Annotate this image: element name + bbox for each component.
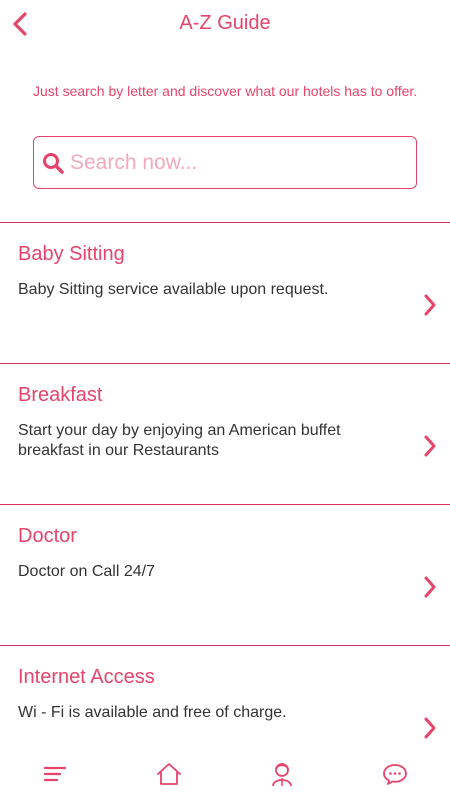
chevron-right-icon [420,714,440,742]
list-item[interactable]: Baby Sitting Baby Sitting service availa… [0,222,450,363]
chevron-right-icon [420,291,440,319]
item-description: Start your day by enjoying an American b… [18,422,341,459]
chat-icon [383,764,407,785]
page-title: A-Z Guide [179,12,271,34]
search-box[interactable] [33,136,417,189]
concierge-button[interactable] [268,760,296,788]
item-description: Wi - Fi is available and free of charge. [18,704,287,721]
menu-icon [43,766,67,782]
home-icon [157,763,181,785]
search-input[interactable] [70,150,390,175]
item-description: Doctor on Call 24/7 [18,563,155,580]
guide-list: Baby Sitting Baby Sitting service availa… [0,222,450,786]
chevron-right-icon [420,573,440,601]
concierge-icon [272,763,292,787]
menu-button[interactable] [41,760,69,788]
list-item[interactable]: Doctor Doctor on Call 24/7 [0,504,450,645]
search-icon [42,152,64,174]
item-title: Doctor [18,525,77,547]
item-title: Internet Access [18,666,155,688]
item-description: Baby Sitting service available upon requ… [18,281,329,298]
header: A-Z Guide [0,0,450,48]
item-title: Baby Sitting [18,243,125,265]
item-title: Breakfast [18,384,103,406]
chevron-right-icon [420,432,440,460]
list-item[interactable]: Breakfast Start your day by enjoying an … [0,363,450,504]
bottom-nav [0,750,450,800]
intro-text: Just search by letter and discover what … [33,83,418,99]
home-button[interactable] [155,760,183,788]
chat-button[interactable] [381,760,409,788]
